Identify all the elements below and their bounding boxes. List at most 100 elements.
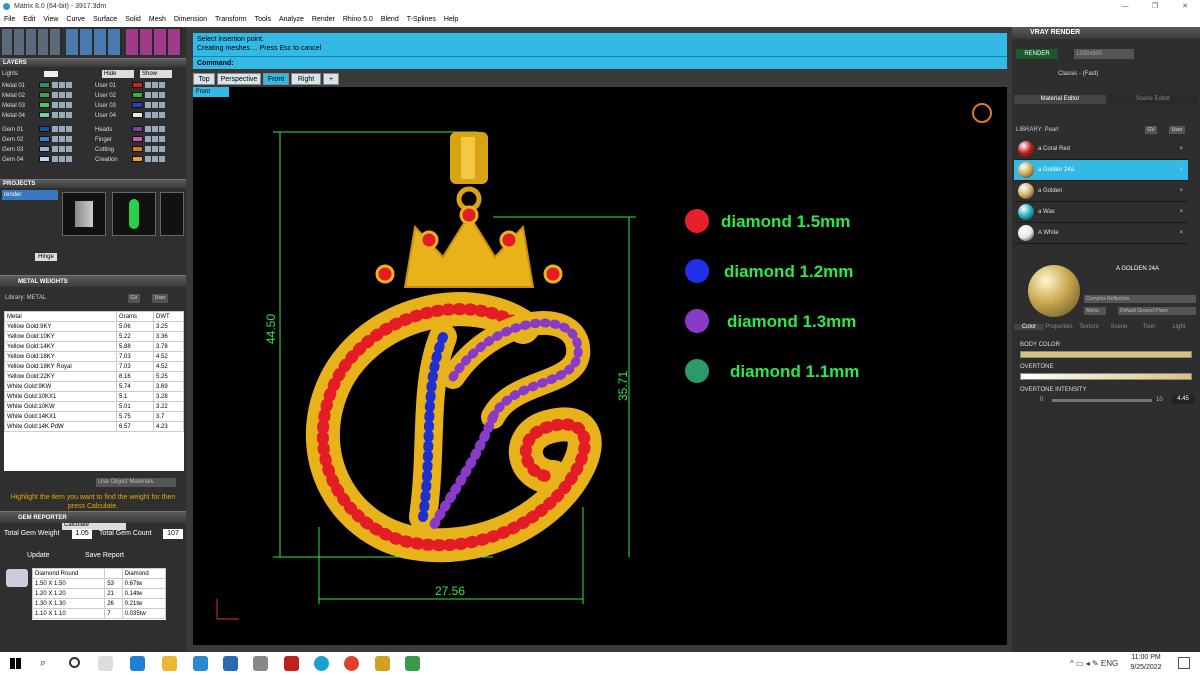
- layer-row[interactable]: Gem 01: [2, 125, 94, 135]
- layer-toggle-icon[interactable]: [59, 92, 65, 99]
- table-row[interactable]: White Gold:9KW 5.74 3.69: [4, 381, 184, 392]
- menu-help[interactable]: Help: [440, 13, 462, 27]
- body-color-slider[interactable]: [1020, 351, 1192, 358]
- project-thumb-2[interactable]: [112, 192, 156, 236]
- render-button[interactable]: RENDER: [1016, 49, 1058, 59]
- tab-top[interactable]: Top: [193, 73, 215, 85]
- layer-toggle-icon[interactable]: [52, 126, 58, 133]
- subtab-texture[interactable]: Texture: [1074, 324, 1104, 330]
- render-style[interactable]: Classic - (Fast): [1058, 71, 1158, 77]
- table-row[interactable]: 1.50 X 1.50 53 0.67tw: [31, 578, 167, 589]
- layer-toggle-icon[interactable]: [59, 146, 65, 153]
- layer-color-swatch[interactable]: [39, 82, 50, 89]
- layer-row[interactable]: Heads: [95, 125, 185, 135]
- layer-color-swatch[interactable]: [132, 126, 143, 133]
- metal-user-button[interactable]: User: [152, 294, 168, 303]
- viewport-front[interactable]: 44.50 35.71 27.56 diamond 1.5mm diamond 1…: [193, 87, 1007, 645]
- layer-row[interactable]: Cutting: [95, 145, 185, 155]
- layer-toggle-icon[interactable]: [66, 126, 72, 133]
- layer-toggle-icon[interactable]: [159, 102, 165, 109]
- layer-toggle-icon[interactable]: [52, 136, 58, 143]
- subtab-color[interactable]: Color: [1014, 324, 1044, 330]
- layer-toggle-icon[interactable]: [145, 92, 151, 99]
- layer-toggle-icon[interactable]: [152, 92, 158, 99]
- table-row[interactable]: White Gold:10KW 5.01 3.22: [4, 401, 184, 412]
- layer-row[interactable]: Metal 03: [2, 101, 94, 111]
- layer-color-swatch[interactable]: [39, 102, 50, 109]
- mail-icon[interactable]: [223, 656, 238, 671]
- layer-toggle-icon[interactable]: [145, 112, 151, 119]
- menu-transform[interactable]: Transform: [211, 13, 251, 27]
- menu-view[interactable]: View: [39, 13, 62, 27]
- edge-icon[interactable]: [130, 656, 145, 671]
- layer-toggle-icon[interactable]: [66, 102, 72, 109]
- table-row[interactable]: White Gold:14KX1 5.75 3.7: [4, 411, 184, 422]
- remove-material-icon[interactable]: ×: [1179, 139, 1183, 160]
- store-icon[interactable]: [193, 656, 208, 671]
- table-row[interactable]: Yellow Gold:10KY 5.22 3.36: [4, 331, 184, 342]
- chrome-icon[interactable]: [344, 656, 359, 671]
- app-red-icon[interactable]: [284, 656, 299, 671]
- toolbar-group-2-icon[interactable]: [66, 29, 122, 55]
- menu-mesh[interactable]: Mesh: [145, 13, 170, 27]
- matrix-alt-icon[interactable]: [405, 656, 420, 671]
- layer-toggle-icon[interactable]: [66, 82, 72, 89]
- material-item[interactable]: a Wax ×: [1014, 202, 1188, 223]
- tab-add[interactable]: +: [323, 73, 339, 85]
- subtab-properties[interactable]: Properties: [1044, 324, 1074, 330]
- command-line[interactable]: Command:: [193, 56, 1007, 69]
- reflection-dropdown[interactable]: Complex Reflection: [1084, 295, 1196, 303]
- layer-toggle-icon[interactable]: [152, 82, 158, 89]
- ground-dropdown[interactable]: Default Ground Plane: [1118, 307, 1196, 315]
- layer-color-swatch[interactable]: [132, 136, 143, 143]
- layer-toggle-icon[interactable]: [59, 126, 65, 133]
- layer-toggle-icon[interactable]: [152, 112, 158, 119]
- layer-color-swatch[interactable]: [132, 156, 143, 163]
- layer-color-swatch[interactable]: [39, 136, 50, 143]
- layer-toggle-icon[interactable]: [145, 136, 151, 143]
- clock-date[interactable]: 9/25/2022: [1128, 664, 1164, 671]
- layer-toggle-icon[interactable]: [59, 112, 65, 119]
- menu-dimension[interactable]: Dimension: [170, 13, 211, 27]
- menu-render[interactable]: Render: [308, 13, 339, 27]
- layer-toggle-icon[interactable]: [66, 146, 72, 153]
- layer-toggle-icon[interactable]: [52, 146, 58, 153]
- layer-color-swatch[interactable]: [132, 102, 143, 109]
- table-row[interactable]: 1.20 X 1.20 21 0.14tw: [31, 588, 167, 599]
- layer-row[interactable]: Metal 04: [2, 111, 94, 121]
- layer-color-swatch[interactable]: [132, 112, 143, 119]
- table-row[interactable]: Yellow Gold:22KY 8.16 5.25: [4, 371, 184, 382]
- table-row[interactable]: Yellow Gold:18KY Royal 7.03 4.52: [4, 361, 184, 372]
- layer-toggle-icon[interactable]: [159, 136, 165, 143]
- layer-toggle-icon[interactable]: [59, 82, 65, 89]
- remove-material-icon[interactable]: ×: [1179, 202, 1183, 223]
- layer-toggle-icon[interactable]: [52, 112, 58, 119]
- notification-icon[interactable]: [1178, 657, 1190, 669]
- layer-row[interactable]: Metal 02: [2, 91, 94, 101]
- menu-analyze[interactable]: Analyze: [275, 13, 308, 27]
- layer-row[interactable]: User 01: [95, 81, 185, 91]
- layer-color-swatch[interactable]: [39, 156, 50, 163]
- layer-toggle-icon[interactable]: [145, 156, 151, 163]
- layer-toggle-icon[interactable]: [159, 82, 165, 89]
- project-thumb-1[interactable]: [62, 192, 106, 236]
- pendant-model[interactable]: [306, 132, 602, 563]
- clock-time[interactable]: 11:00 PM: [1128, 654, 1164, 661]
- layer-toggle-icon[interactable]: [66, 92, 72, 99]
- layer-toggle-icon[interactable]: [152, 156, 158, 163]
- table-row[interactable]: White Gold:10KX1 5.1 3.28: [4, 391, 184, 402]
- toolbar-group-1-icon[interactable]: [2, 29, 62, 55]
- layer-toggle-icon[interactable]: [52, 102, 58, 109]
- material-item[interactable]: a Golden 24a ×: [1014, 160, 1188, 181]
- metal-gv-button[interactable]: GV: [128, 294, 140, 303]
- layer-toggle-icon[interactable]: [152, 102, 158, 109]
- close-button[interactable]: ✕: [1170, 0, 1200, 13]
- layer-toggle-icon[interactable]: [152, 146, 158, 153]
- layer-toggle-icon[interactable]: [159, 156, 165, 163]
- layer-toggle-icon[interactable]: [145, 146, 151, 153]
- cortana-icon[interactable]: [69, 657, 80, 668]
- table-row[interactable]: 1.10 X 1.10 7 0.035tw: [31, 608, 167, 619]
- layer-color-swatch[interactable]: [39, 92, 50, 99]
- menu-blend[interactable]: Blend: [377, 13, 403, 27]
- table-row[interactable]: 1.30 X 1.30 26 0.21tw: [31, 598, 167, 609]
